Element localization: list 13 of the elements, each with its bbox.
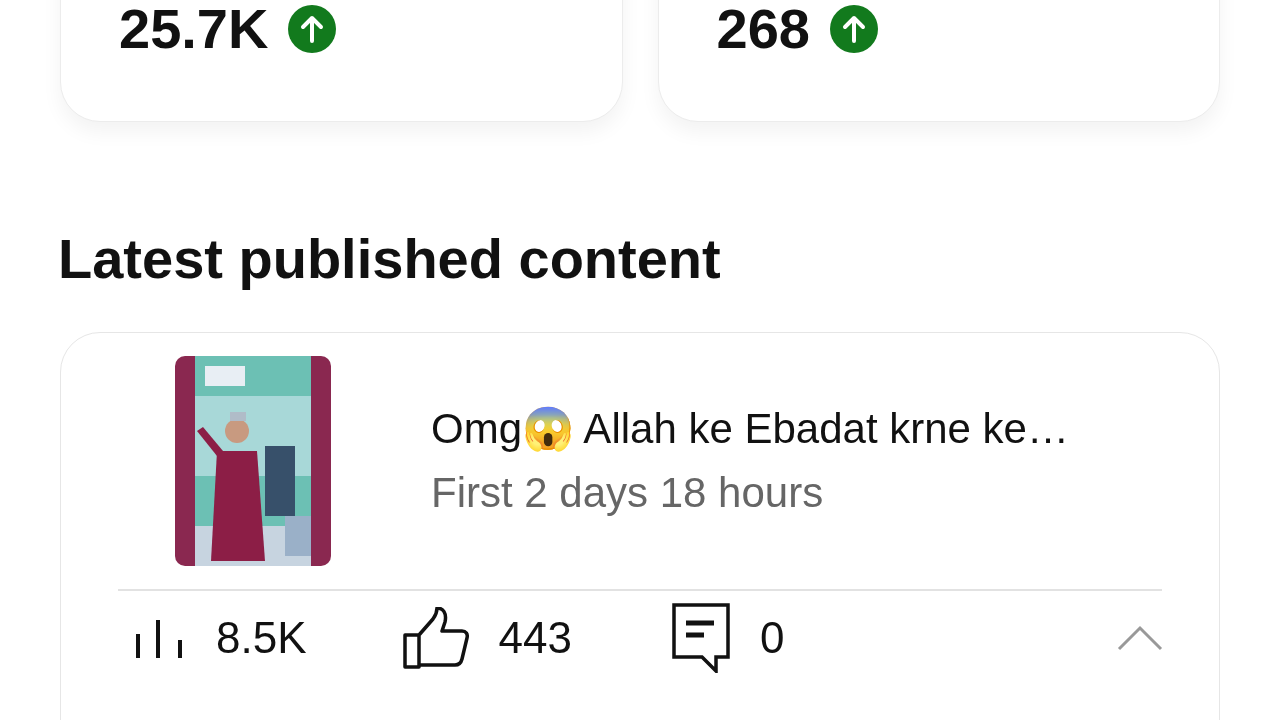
comment-icon — [671, 603, 730, 673]
thumbs-up-icon — [402, 607, 469, 669]
arrow-up-icon — [288, 5, 337, 53]
arrow-up-icon — [829, 5, 878, 53]
metric-value: 268 — [716, 0, 810, 59]
stat-value: 8.5K — [216, 613, 307, 663]
content-card[interactable]: Omg😱 Allah ke Ebadat krne ke… First 2 days 18 hours 8.5K 443 0 — [60, 332, 1220, 720]
video-title: Omg😱 Allah ke Ebadat krne ke… — [431, 404, 1069, 454]
section-title: Latest published content — [57, 226, 722, 292]
video-age: First 2 days 18 hours — [431, 468, 825, 518]
metric-value: 25.7K — [119, 0, 269, 59]
stat-value: 443 — [498, 613, 572, 663]
stat-value: 0 — [759, 613, 785, 663]
